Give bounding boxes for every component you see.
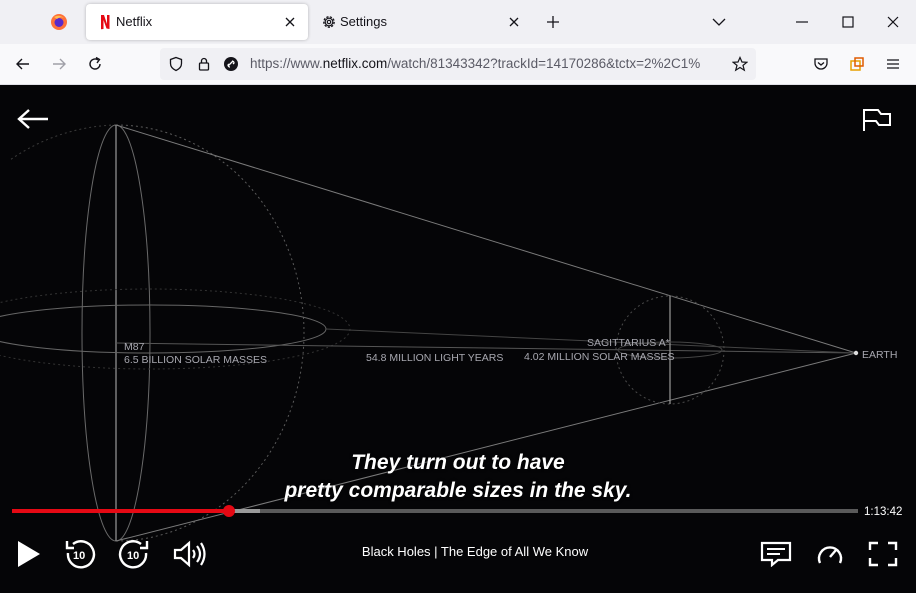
url-prefix: https://www.: [250, 56, 323, 71]
minimize-window-icon[interactable]: [793, 13, 811, 31]
tab-settings[interactable]: Settings: [310, 4, 532, 40]
firefox-view-icon[interactable]: [50, 13, 68, 31]
netflix-favicon-icon: [101, 15, 110, 30]
permissions-icon[interactable]: [223, 56, 239, 72]
pocket-icon[interactable]: [812, 55, 830, 73]
sgr-mass-label: 4.02 MILLION SOLAR MASSES: [524, 351, 675, 363]
hamburger-menu-icon[interactable]: [884, 55, 902, 73]
distance-label: 54.8 MILLION LIGHT YEARS: [366, 352, 503, 364]
report-flag-icon[interactable]: [860, 107, 894, 133]
lock-icon[interactable]: [196, 56, 212, 72]
back-arrow-icon[interactable]: [16, 107, 50, 131]
list-all-tabs-chevron-icon[interactable]: [710, 13, 728, 31]
forward-arrow-icon[interactable]: [50, 55, 68, 73]
url-domain: netflix.com: [322, 56, 388, 71]
close-tab-icon[interactable]: [506, 14, 522, 30]
time-remaining: 1:13:42: [864, 506, 903, 518]
close-tab-icon[interactable]: [282, 14, 298, 30]
sgr-label: SAGITTARIUS A*: [587, 337, 670, 349]
cone-line-top: [115, 124, 857, 354]
address-bar[interactable]: https://www.netflix.com/watch/81343342?t…: [160, 48, 756, 80]
url-path: /watch/81343342?trackId=14170286&tctx=2%…: [387, 56, 701, 71]
fullscreen-icon[interactable]: [868, 541, 898, 567]
subtitle-line-1: They turn out to have: [351, 451, 565, 474]
m87-horizontal-ellipse: [0, 304, 327, 354]
url-text: https://www.netflix.com/watch/81343342?t…: [250, 56, 720, 71]
earth-label: EARTH: [862, 349, 897, 361]
m87-mass-label: 6.5 BILLION SOLAR MASSES: [124, 354, 267, 366]
tab-title: Netflix: [116, 14, 153, 29]
video-player[interactable]: M87 6.5 BILLION SOLAR MASSES 54.8 MILLIO…: [0, 85, 916, 593]
tab-bar: Netflix Settings: [0, 0, 916, 44]
progress-played: [12, 509, 230, 513]
close-window-icon[interactable]: [884, 13, 902, 31]
gear-icon: [323, 16, 335, 28]
maximize-window-icon[interactable]: [839, 13, 857, 31]
playback-speed-icon[interactable]: [816, 541, 844, 567]
tab-title: Settings: [340, 14, 387, 29]
extensions-icon[interactable]: [848, 55, 866, 73]
tab-netflix[interactable]: Netflix: [86, 4, 308, 40]
video-frame: M87 6.5 BILLION SOLAR MASSES 54.8 MILLIO…: [0, 124, 897, 542]
m87-label: M87: [124, 341, 145, 353]
earth-point: [853, 350, 859, 356]
reload-icon[interactable]: [86, 55, 104, 73]
back-arrow-icon[interactable]: [14, 55, 32, 73]
subtitle-line-2: pretty comparable sizes in the sky.: [284, 479, 632, 502]
navigation-toolbar: https://www.netflix.com/watch/81343342?t…: [0, 44, 916, 85]
bookmark-star-icon[interactable]: [732, 56, 748, 72]
progress-bar[interactable]: [12, 505, 858, 517]
tracking-protection-shield-icon[interactable]: [168, 56, 184, 72]
subtitles-icon[interactable]: [760, 541, 792, 567]
new-tab-plus-icon[interactable]: [544, 13, 562, 31]
